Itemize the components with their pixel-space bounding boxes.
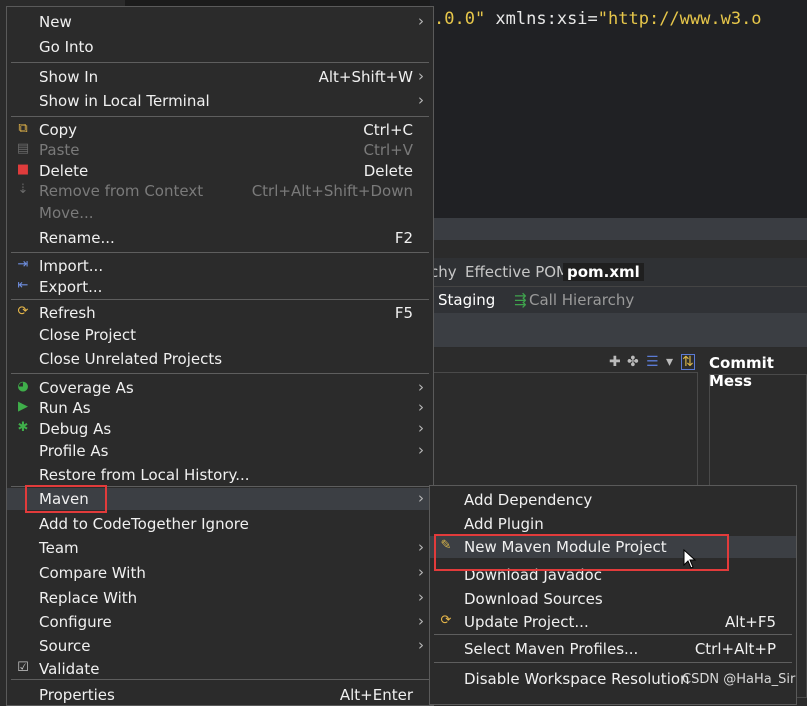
menu-separator <box>11 62 429 63</box>
menu-item-team[interactable]: Team › <box>7 537 433 559</box>
delete-icon: ■ <box>16 162 30 177</box>
submenu-item-add-dependency[interactable]: Add Dependency <box>430 489 796 511</box>
menu-item-restore-history[interactable]: Restore from Local History... <box>7 464 433 486</box>
menu-item-copy[interactable]: ⧉ Copy Ctrl+C <box>7 119 433 141</box>
menu-item-delete[interactable]: ■ Delete Delete <box>7 160 433 182</box>
view-menu-icon[interactable]: ▾ <box>666 354 673 370</box>
menu-item-properties[interactable]: Properties Alt+Enter <box>7 684 433 706</box>
paste-icon: ▤ <box>16 141 30 156</box>
menu-separator <box>434 662 792 663</box>
mouse-cursor-icon <box>683 549 697 569</box>
refresh-icon: ⟳ <box>17 304 29 319</box>
menu-item-refresh[interactable]: ⟳ Refresh F5 <box>7 302 433 324</box>
editor-tabs: chy Effective POM pom.xml <box>430 258 807 287</box>
menu-item-compare-with[interactable]: Compare With › <box>7 562 433 584</box>
validate-icon: ☑ <box>17 660 29 675</box>
copy-icon: ⧉ <box>18 121 28 136</box>
menu-item-profile-as[interactable]: Profile As › <box>7 440 433 462</box>
menu-separator <box>11 679 429 680</box>
coverage-icon: ◕ <box>17 379 29 394</box>
debug-icon: ✱ <box>17 420 29 435</box>
maven-highlight-box <box>25 485 107 513</box>
chevron-right-icon: › <box>418 612 424 630</box>
menu-item-show-in[interactable]: Show In Alt+Shift+W › <box>7 66 433 88</box>
menu-item-export[interactable]: ⇤ Export... <box>7 276 433 298</box>
tab-effective-pom[interactable]: Effective POM <box>465 263 569 281</box>
run-icon: ▶ <box>18 399 28 414</box>
staging-header <box>430 313 807 347</box>
menu-item-validate[interactable]: ☑ Validate <box>7 658 433 680</box>
menu-item-new[interactable]: New › <box>7 11 433 33</box>
menu-item-source[interactable]: Source › <box>7 635 433 657</box>
submenu-item-add-plugin[interactable]: Add Plugin <box>430 513 796 535</box>
chevron-right-icon: › <box>418 91 424 109</box>
submenu-item-select-profiles[interactable]: Select Maven Profiles... Ctrl+Alt+P <box>430 638 796 660</box>
import-icon: ⇥ <box>17 257 29 272</box>
menu-item-close-unrelated[interactable]: Close Unrelated Projects <box>7 348 433 370</box>
menu-separator <box>11 116 429 117</box>
menu-separator <box>434 634 792 635</box>
chevron-right-icon: › <box>418 563 424 581</box>
submenu-item-update-project[interactable]: ⟳ Update Project... Alt+F5 <box>430 611 796 633</box>
tab-call-hierarchy[interactable]: Call Hierarchy <box>529 291 634 309</box>
editor-code-line: .0.0" xmlns:xsi="http://www.w3.o <box>434 9 762 29</box>
chevron-right-icon: › <box>418 441 424 459</box>
chevron-right-icon: › <box>418 419 424 437</box>
chevron-right-icon: › <box>418 538 424 556</box>
watermark-text: CSDN @HaHa_Sir <box>682 672 796 687</box>
add-all-icon[interactable]: ✤ <box>627 354 639 370</box>
submenu-item-download-sources[interactable]: Download Sources <box>430 588 796 610</box>
menu-item-paste[interactable]: ▤ Paste Ctrl+V <box>7 139 433 161</box>
tab-staging[interactable]: Staging <box>438 291 495 309</box>
chevron-right-icon: › <box>418 636 424 654</box>
menu-item-codetogether-ignore[interactable]: Add to CodeTogether Ignore <box>7 513 433 535</box>
sort-icon[interactable]: ⇅ <box>681 354 695 370</box>
chevron-right-icon: › <box>418 12 424 30</box>
menu-item-coverage-as[interactable]: ◕ Coverage As › <box>7 377 433 399</box>
menu-item-debug-as[interactable]: ✱ Debug As › <box>7 418 433 440</box>
view-tabs: Staging ⇶ Call Hierarchy <box>430 287 807 313</box>
list-view-icon[interactable]: ☰ <box>646 354 659 370</box>
call-hierarchy-icon: ⇶ <box>514 291 527 309</box>
chevron-right-icon: › <box>418 398 424 416</box>
menu-item-configure[interactable]: Configure › <box>7 611 433 633</box>
menu-item-show-in-terminal[interactable]: Show in Local Terminal › <box>7 90 433 112</box>
menu-item-go-into[interactable]: Go Into <box>7 36 433 58</box>
menu-separator <box>11 299 429 300</box>
update-project-icon: ⟳ <box>440 613 452 628</box>
menu-item-run-as[interactable]: ▶ Run As › <box>7 397 433 419</box>
tab-pom-xml[interactable]: pom.xml <box>563 263 644 281</box>
menu-item-replace-with[interactable]: Replace With › <box>7 587 433 609</box>
context-menu: New › Go Into Show In Alt+Shift+W › Show in… <box>6 6 434 706</box>
menu-item-rename[interactable]: Rename... F2 <box>7 227 433 249</box>
menu-separator <box>11 373 429 374</box>
chevron-right-icon: › <box>418 378 424 396</box>
chevron-right-icon: › <box>418 588 424 606</box>
chevron-right-icon: › <box>418 67 424 85</box>
menu-item-import[interactable]: ⇥ Import... <box>7 255 433 277</box>
xml-editor[interactable]: .0.0" xmlns:xsi="http://www.w3.o <box>430 0 807 218</box>
menu-item-close-project[interactable]: Close Project <box>7 324 433 346</box>
menu-item-remove-from-context[interactable]: ⇣ Remove from Context Ctrl+Alt+Shift+Down <box>7 180 433 202</box>
menu-separator <box>11 252 429 253</box>
export-icon: ⇤ <box>17 278 29 293</box>
menu-item-move[interactable]: Move... <box>7 202 433 224</box>
remove-context-icon: ⇣ <box>17 182 29 197</box>
editor-scroll-bar <box>430 218 807 240</box>
chevron-right-icon: › <box>418 489 424 507</box>
add-icon[interactable]: ✚ <box>609 354 621 370</box>
